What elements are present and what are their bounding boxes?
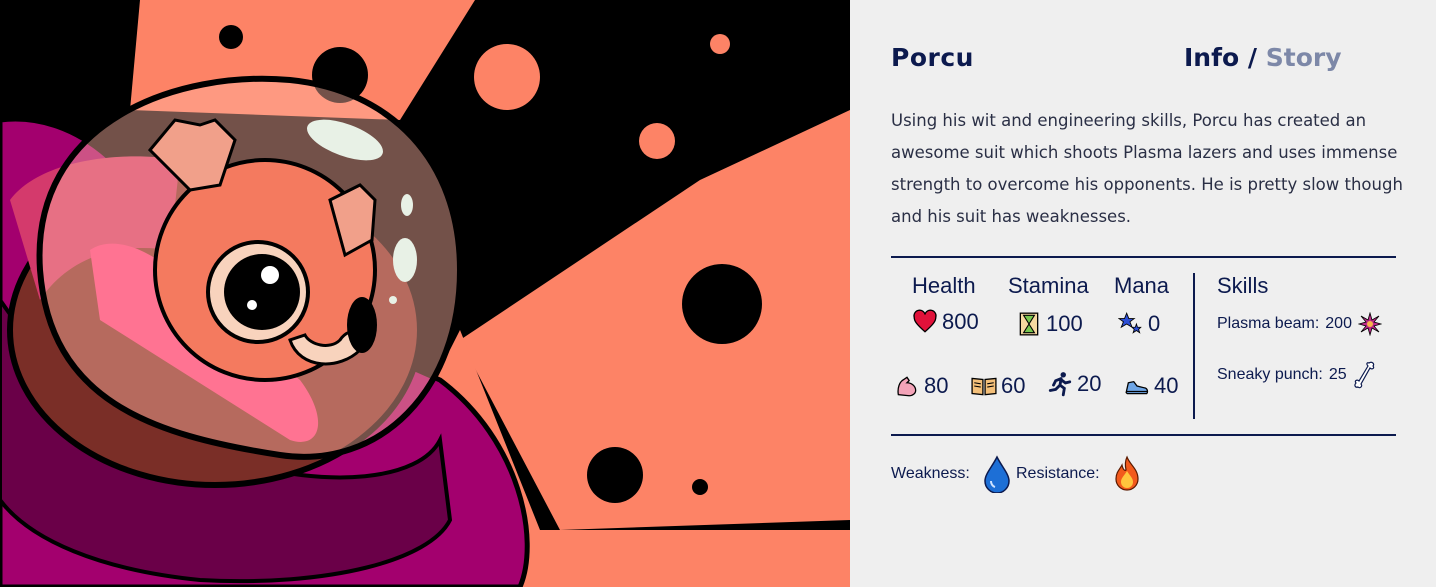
running-person-icon (1047, 371, 1073, 397)
speed-value: 40 (1154, 373, 1179, 398)
weakness: Weakness: (891, 455, 1012, 494)
speed-stat: 40 (1124, 373, 1178, 399)
stamina-header: Stamina (1008, 273, 1089, 298)
health-value: 800 (942, 309, 979, 334)
resistance: Resistance: (1016, 455, 1142, 493)
fire-icon (1112, 455, 1142, 493)
mana-stat: 0 (1117, 311, 1161, 337)
plasma-burst-icon (1357, 311, 1383, 337)
resistance-label: Resistance: (1016, 465, 1100, 482)
bone-icon (1353, 360, 1377, 390)
character-card: Porcu Info / Story Using his wit and eng… (0, 0, 1436, 587)
skill-value: 200 (1325, 315, 1352, 332)
character-info-panel: Porcu Info / Story Using his wit and eng… (850, 0, 1436, 587)
strength-stat: 80 (894, 373, 948, 399)
health-header: Health (912, 273, 976, 298)
character-name: Porcu (891, 43, 974, 72)
sneaker-icon (1124, 373, 1150, 399)
health-stat: 800 (912, 309, 979, 335)
agility-value: 20 (1077, 371, 1102, 396)
skill-plasma-beam: Plasma beam: 200 (1217, 311, 1383, 337)
skill-value: 25 (1328, 366, 1347, 383)
character-artwork (0, 0, 850, 587)
strength-value: 80 (924, 373, 949, 398)
intelligence-stat: 60 (971, 373, 1025, 399)
intelligence-value: 60 (1001, 373, 1026, 398)
divider-bottom (891, 434, 1396, 436)
divider-top (891, 256, 1396, 258)
heart-icon (912, 309, 938, 335)
stamina-stat: 100 (1016, 311, 1083, 337)
agility-stat: 20 (1047, 371, 1101, 397)
open-book-icon (971, 373, 997, 399)
skill-sneaky-punch: Sneaky punch: 25 (1217, 360, 1377, 390)
water-drop-icon (982, 455, 1012, 494)
flexed-bicep-icon (894, 373, 920, 399)
weakness-label: Weakness: (891, 465, 970, 482)
character-description: Using his wit and engineering skills, Po… (891, 111, 1403, 226)
tab-story[interactable]: Story (1266, 43, 1342, 72)
info-story-tabs: Info / Story (1184, 43, 1342, 72)
sparkles-icon (1117, 311, 1144, 337)
mana-header: Mana (1114, 273, 1170, 298)
skill-label: Sneaky punch: (1217, 366, 1323, 383)
skill-label: Plasma beam: (1217, 315, 1320, 332)
tab-info[interactable]: Info (1184, 43, 1239, 72)
skills-title: Skills (1217, 273, 1269, 298)
hourglass-icon (1016, 311, 1042, 337)
tab-separator: / (1247, 43, 1258, 72)
divider-vertical (1193, 273, 1195, 419)
porcu-illustration (0, 0, 850, 587)
stamina-value: 100 (1046, 311, 1083, 336)
mana-value: 0 (1148, 311, 1161, 336)
